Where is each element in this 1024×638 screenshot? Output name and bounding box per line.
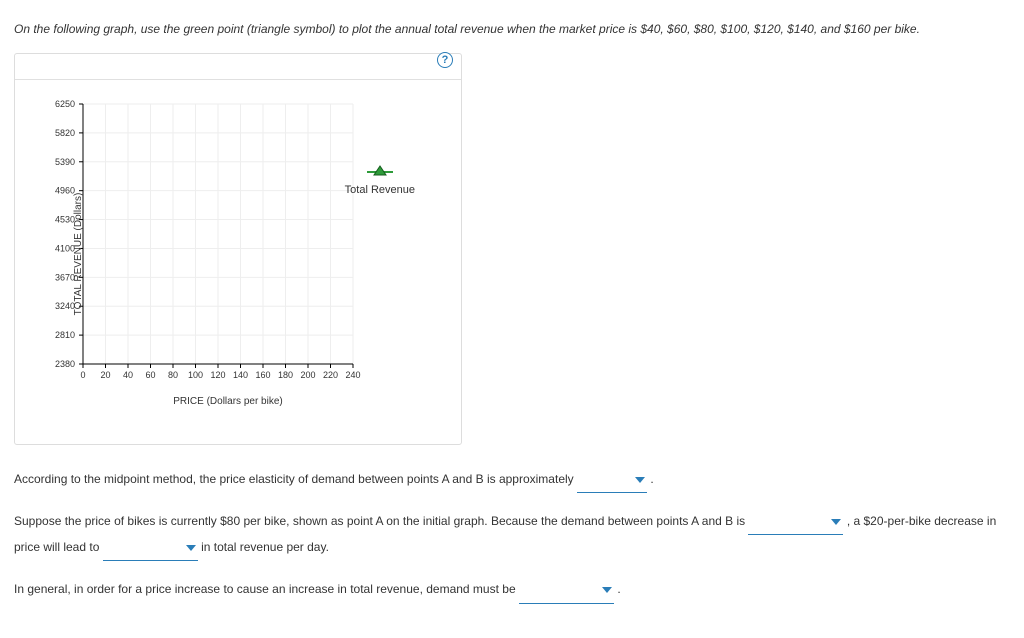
question-elasticity: According to the midpoint method, the pr…	[14, 467, 1010, 493]
q3-post: .	[617, 582, 620, 596]
svg-text:20: 20	[100, 370, 110, 380]
svg-text:80: 80	[168, 370, 178, 380]
legend[interactable]: Total Revenue	[345, 164, 415, 196]
panel-topbar: ?	[15, 60, 461, 80]
svg-text:0: 0	[80, 370, 85, 380]
svg-text:40: 40	[123, 370, 133, 380]
q1-post: .	[650, 472, 653, 486]
q3-pre: In general, in order for a price increas…	[14, 582, 516, 596]
svg-text:60: 60	[145, 370, 155, 380]
svg-text:5390: 5390	[55, 157, 75, 167]
graph-panel: ? TOTAL REVENUE (Dollars) 0 20 40 60 80 100 12…	[14, 53, 462, 445]
elasticity-dropdown[interactable]	[577, 467, 647, 493]
q2-p1: Suppose the price of bikes is currently …	[14, 514, 745, 528]
legend-label: Total Revenue	[345, 184, 415, 196]
svg-text:220: 220	[323, 370, 338, 380]
general-demand-dropdown[interactable]	[519, 577, 614, 603]
svg-text:160: 160	[255, 370, 270, 380]
svg-text:5820: 5820	[55, 128, 75, 138]
demand-type-dropdown[interactable]	[748, 509, 843, 535]
help-icon[interactable]: ?	[437, 52, 453, 68]
instruction-text: On the following graph, use the green po…	[14, 18, 1010, 41]
q1-pre: According to the midpoint method, the pr…	[14, 472, 574, 486]
svg-text:100: 100	[188, 370, 203, 380]
svg-text:6250: 6250	[55, 99, 75, 109]
triangle-icon[interactable]	[367, 164, 393, 178]
question-general: In general, in order for a price increas…	[14, 577, 1010, 603]
revenue-direction-dropdown[interactable]	[103, 535, 198, 561]
q2-p3: in total revenue per day.	[201, 540, 329, 554]
svg-text:200: 200	[300, 370, 315, 380]
svg-text:140: 140	[233, 370, 248, 380]
y-axis-label: TOTAL REVENUE (Dollars)	[73, 192, 84, 315]
svg-text:180: 180	[278, 370, 293, 380]
question-demand: Suppose the price of bikes is currently …	[14, 509, 1010, 561]
svg-text:2810: 2810	[55, 330, 75, 340]
svg-text:2380: 2380	[55, 359, 75, 369]
svg-text:240: 240	[345, 370, 360, 380]
x-axis-label: PRICE (Dollars per bike)	[83, 396, 373, 407]
chart-stage[interactable]: TOTAL REVENUE (Dollars) 0 20 40 60 80 100 120 1…	[23, 84, 453, 424]
svg-text:120: 120	[210, 370, 225, 380]
